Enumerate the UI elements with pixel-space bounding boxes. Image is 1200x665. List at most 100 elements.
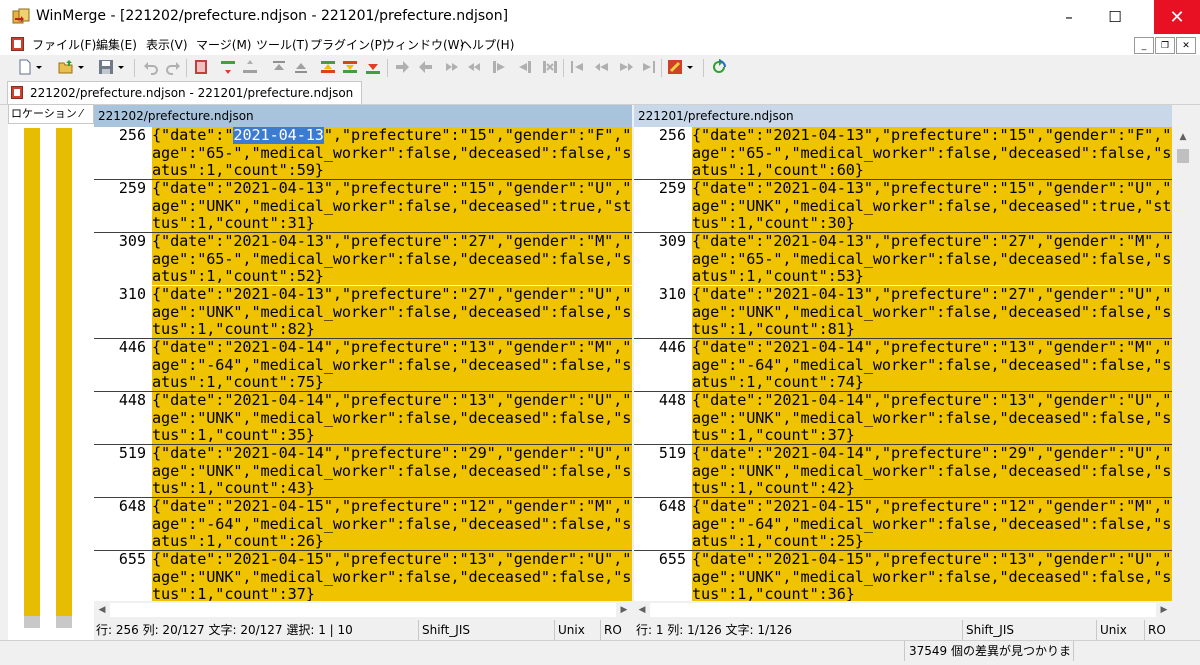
diff-row[interactable]: 309 {"date":"2021-04-13","prefecture":"2… <box>634 232 1172 285</box>
diff-text[interactable]: {"date":"2021-04-14","prefecture":"29","… <box>692 445 1172 497</box>
copy-to-left-next-icon[interactable] <box>594 59 610 75</box>
diff-row[interactable]: 519 {"date":"2021-04-14","prefecture":"2… <box>634 444 1172 498</box>
diff-row[interactable]: 310 {"date":"2021-04-13","prefecture":"2… <box>634 285 1172 339</box>
diff-row[interactable]: 448 {"date":"2021-04-14","prefecture":"1… <box>94 391 632 445</box>
minimize-button[interactable]: – <box>1046 0 1092 34</box>
menu-tools[interactable]: ツール(T) <box>256 36 309 53</box>
first-diff-icon[interactable] <box>271 59 287 75</box>
diff-text[interactable]: {"date":"2021-04-15","prefecture":"13","… <box>152 551 632 601</box>
menu-merge[interactable]: マージ(M) <box>196 36 251 53</box>
mdi-restore-button[interactable]: ❐ <box>1155 37 1175 54</box>
new-dropdown-icon[interactable] <box>35 59 43 75</box>
left-diff-pane[interactable]: 256 {"date":"2021-04-13","prefecture":"1… <box>94 127 632 601</box>
scroll-left-arrow-icon[interactable]: ◀ <box>634 601 650 619</box>
scroll-thumb[interactable] <box>1177 149 1189 163</box>
maximize-button[interactable]: ☐ <box>1092 0 1138 34</box>
line-ending[interactable]: Unix <box>1096 620 1127 640</box>
diff-row[interactable]: 655 {"date":"2021-04-15","prefecture":"1… <box>634 550 1172 601</box>
save-icon[interactable] <box>98 59 114 75</box>
scroll-right-arrow-icon[interactable]: ▶ <box>1156 601 1172 619</box>
copy-to-left-icon[interactable] <box>570 59 586 75</box>
winmerge-app-icon[interactable] <box>12 8 30 26</box>
merge-left-advance-icon[interactable] <box>516 59 532 75</box>
diff-text[interactable]: {"date":"2021-04-13","prefecture":"15","… <box>152 180 632 232</box>
diff-text[interactable]: {"date":"2021-04-14","prefecture":"29","… <box>152 445 632 497</box>
diff-row[interactable]: 648 {"date":"2021-04-15","prefecture":"1… <box>94 497 632 551</box>
readonly-indicator[interactable]: RO <box>600 620 622 640</box>
save-dropdown-icon[interactable] <box>117 59 125 75</box>
document-menu-icon[interactable] <box>11 37 24 51</box>
scroll-left-arrow-icon[interactable]: ◀ <box>94 601 110 619</box>
encoding[interactable]: Shift_JIS <box>962 620 1014 640</box>
location-bar-right[interactable] <box>56 128 72 628</box>
diff-text[interactable]: {"date":"2021-04-13","prefecture":"15","… <box>692 127 1172 179</box>
diff-text[interactable]: {"date":"2021-04-13","prefecture":"27","… <box>692 286 1172 338</box>
diff-row[interactable]: 310 {"date":"2021-04-13","prefecture":"2… <box>94 285 632 339</box>
diff-text[interactable]: {"date":"2021-04-15","prefecture":"13","… <box>692 551 1172 601</box>
last-diff-icon[interactable] <box>342 59 358 75</box>
selected-text[interactable]: 2021-04-13 <box>233 127 324 144</box>
diff-text[interactable]: {"date":"2021-04-13","prefecture":"27","… <box>692 233 1172 285</box>
open-icon[interactable] <box>58 59 74 75</box>
diff-text[interactable]: {"date":"2021-04-15","prefecture":"12","… <box>692 498 1172 550</box>
diff-row[interactable]: 655 {"date":"2021-04-15","prefecture":"1… <box>94 550 632 601</box>
copy-left-icon[interactable] <box>242 59 258 75</box>
diff-text[interactable]: {"date":"2021-04-13","prefecture":"27","… <box>152 286 632 338</box>
undo-icon[interactable] <box>143 59 159 75</box>
diff-row[interactable]: 446 {"date":"2021-04-14","prefecture":"1… <box>94 338 632 392</box>
diff-text[interactable]: {"date":"2021-04-13","prefecture":"15","… <box>152 127 632 179</box>
menu-plugins[interactable]: プラグイン(P) <box>310 36 387 53</box>
mdi-minimize-button[interactable]: _ <box>1134 37 1154 54</box>
diff-row[interactable]: 309 {"date":"2021-04-13","prefecture":"2… <box>94 232 632 285</box>
diff-row[interactable]: 259 {"date":"2021-04-13","prefecture":"1… <box>94 179 632 233</box>
scroll-up-arrow-icon[interactable]: ▲ <box>1174 129 1192 145</box>
scroll-right-arrow-icon[interactable]: ▶ <box>616 601 632 619</box>
menu-window[interactable]: ウィンドウ(W) <box>383 36 464 53</box>
all-merge-icon[interactable] <box>542 59 558 75</box>
right-diff-pane[interactable]: 256 {"date":"2021-04-13","prefecture":"1… <box>634 127 1172 601</box>
encoding[interactable]: Shift_JIS <box>418 620 470 640</box>
menu-edit[interactable]: 編集(E) <box>96 36 137 53</box>
merge-left-icon[interactable] <box>418 59 434 75</box>
mdi-close-button[interactable]: ✕ <box>1176 37 1196 54</box>
diff-row[interactable]: 446 {"date":"2021-04-14","prefecture":"1… <box>634 338 1172 392</box>
left-horizontal-scrollbar[interactable]: ◀ ▶ <box>94 601 632 619</box>
open-dropdown-icon[interactable] <box>77 59 85 75</box>
diff-text[interactable]: {"date":"2021-04-14","prefecture":"13","… <box>152 339 632 391</box>
close-button[interactable]: ✕ <box>1154 0 1200 34</box>
prev-diff-icon[interactable] <box>293 59 309 75</box>
menu-help[interactable]: ヘルプ(H) <box>460 36 514 53</box>
menu-file[interactable]: ファイル(F) <box>32 36 96 53</box>
diff-text[interactable]: {"date":"2021-04-15","prefecture":"12","… <box>152 498 632 550</box>
location-pane[interactable] <box>8 124 94 640</box>
scroll-track[interactable] <box>110 603 616 617</box>
options-icon[interactable] <box>667 59 683 75</box>
redo-icon[interactable] <box>165 59 181 75</box>
diff-text[interactable]: {"date":"2021-04-14","prefecture":"13","… <box>692 339 1172 391</box>
copy-right-icon[interactable] <box>220 59 236 75</box>
diff-text[interactable]: {"date":"2021-04-13","prefecture":"27","… <box>152 233 632 285</box>
merge-right-advance-icon[interactable] <box>492 59 508 75</box>
readonly-indicator[interactable]: RO <box>1144 620 1166 640</box>
right-horizontal-scrollbar[interactable]: ◀ ▶ <box>634 601 1172 619</box>
vertical-scrollbar[interactable]: ▲ <box>1174 127 1192 601</box>
copy-all-left-icon[interactable] <box>466 59 482 75</box>
diff-text[interactable]: {"date":"2021-04-14","prefecture":"13","… <box>692 392 1172 444</box>
diff-row[interactable]: 519 {"date":"2021-04-14","prefecture":"2… <box>94 444 632 498</box>
line-ending[interactable]: Unix <box>554 620 585 640</box>
diff-row[interactable]: 256 {"date":"2021-04-13","prefecture":"1… <box>94 127 632 180</box>
options-dropdown-icon[interactable] <box>686 59 694 75</box>
merge-down-icon[interactable] <box>365 59 381 75</box>
copy-to-right-icon[interactable] <box>640 59 656 75</box>
print-icon[interactable] <box>193 59 209 75</box>
location-bar-left[interactable] <box>24 128 40 628</box>
copy-to-right-next-icon[interactable] <box>618 59 634 75</box>
copy-all-right-icon[interactable] <box>444 59 460 75</box>
new-icon[interactable] <box>17 59 33 75</box>
scroll-track[interactable] <box>650 603 1156 617</box>
diff-row[interactable]: 448 {"date":"2021-04-14","prefecture":"1… <box>634 391 1172 445</box>
merge-right-icon[interactable] <box>394 59 410 75</box>
tab-document[interactable]: 221202/prefecture.ndjson - 221201/prefec… <box>7 81 363 104</box>
next-diff-icon[interactable] <box>320 59 336 75</box>
diff-row[interactable]: 648 {"date":"2021-04-15","prefecture":"1… <box>634 497 1172 551</box>
